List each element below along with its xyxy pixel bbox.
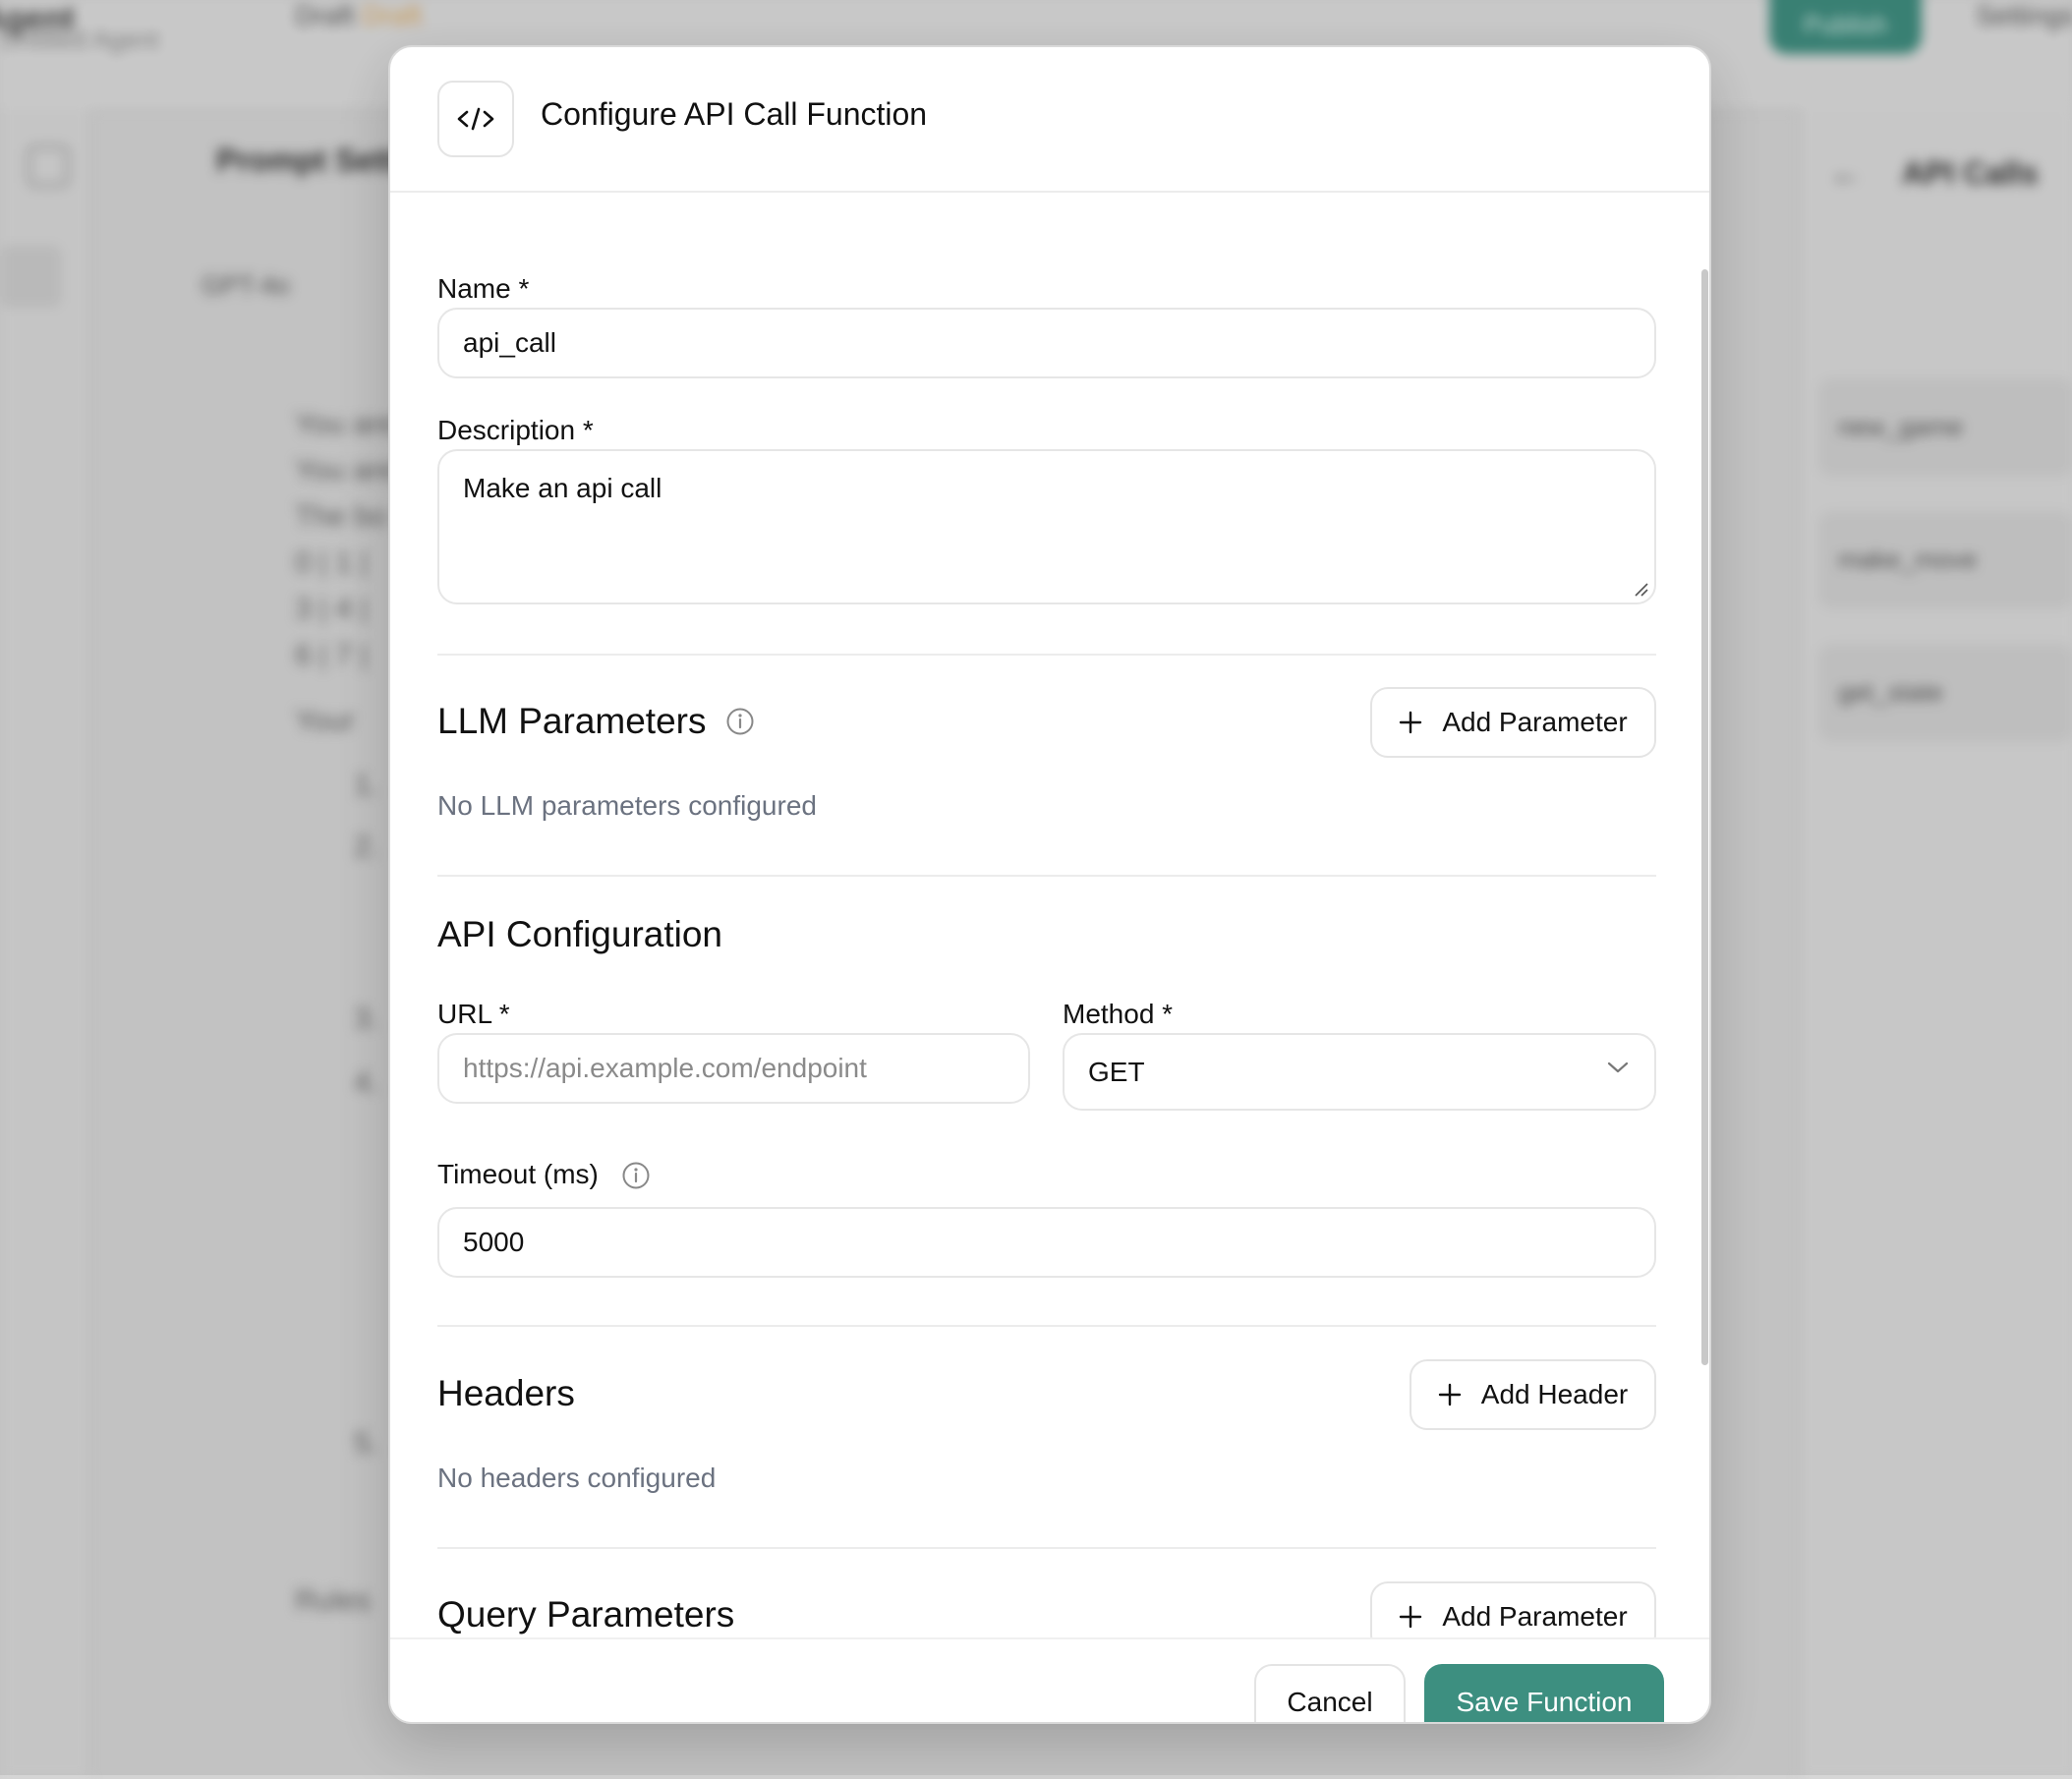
plus-icon [1438,1383,1461,1406]
method-selected-value: GET [1088,1056,1145,1087]
chevron-down-icon [1607,1062,1629,1073]
resize-handle-icon[interactable] [1633,581,1648,597]
cancel-button[interactable]: Cancel [1254,1664,1406,1722]
modal-body[interactable]: Name * api_call Description * Make an ap… [390,191,1709,1637]
add-query-parameter-label: Add Parameter [1442,1601,1628,1632]
add-header-label: Add Header [1480,1379,1629,1409]
info-icon[interactable] [621,1161,651,1190]
section-divider [437,875,1656,877]
add-header-button[interactable]: Add Header [1410,1359,1656,1430]
api-configuration-title: API Configuration [437,914,723,954]
code-icon [437,81,514,157]
timeout-label: Timeout (ms) [437,1159,599,1189]
save-function-button[interactable]: Save Function [1424,1664,1664,1722]
modal-title: Configure API Call Function [541,96,928,132]
llm-parameters-empty-text: No LLM parameters configured [437,790,817,821]
description-label: Description * [437,415,594,445]
url-label: URL * [437,999,510,1029]
section-divider [437,1547,1656,1549]
method-label: Method * [1063,999,1174,1029]
modal-header: Configure API Call Function [390,47,1709,193]
plus-icon [1400,711,1422,734]
add-llm-parameter-label: Add Parameter [1442,707,1628,737]
url-input[interactable]: https://api.example.com/endpoint [437,1033,1030,1104]
name-input[interactable]: api_call [437,308,1656,378]
headers-title: Headers [437,1373,575,1413]
headers-empty-text: No headers configured [437,1463,717,1493]
llm-parameters-title: LLM Parameters [437,701,707,741]
add-llm-parameter-button[interactable]: Add Parameter [1370,687,1656,758]
query-parameters-title: Query Parameters [437,1594,735,1635]
section-divider [437,1325,1656,1327]
timeout-input[interactable]: 5000 [437,1207,1656,1278]
plus-icon [1400,1605,1422,1629]
info-icon[interactable] [725,707,755,736]
configure-api-call-dialog: Configure API Call Function Name * api_c… [388,45,1711,1724]
modal-scrollbar[interactable] [1701,269,1708,1365]
modal-footer: Cancel Save Function [390,1637,1709,1722]
add-query-parameter-button[interactable]: Add Parameter [1370,1581,1656,1637]
name-label: Name * [437,273,530,304]
section-divider [437,654,1656,656]
description-textarea[interactable]: Make an api call [437,449,1656,604]
description-text: Make an api call [463,473,662,503]
method-select[interactable]: GET [1063,1033,1656,1111]
